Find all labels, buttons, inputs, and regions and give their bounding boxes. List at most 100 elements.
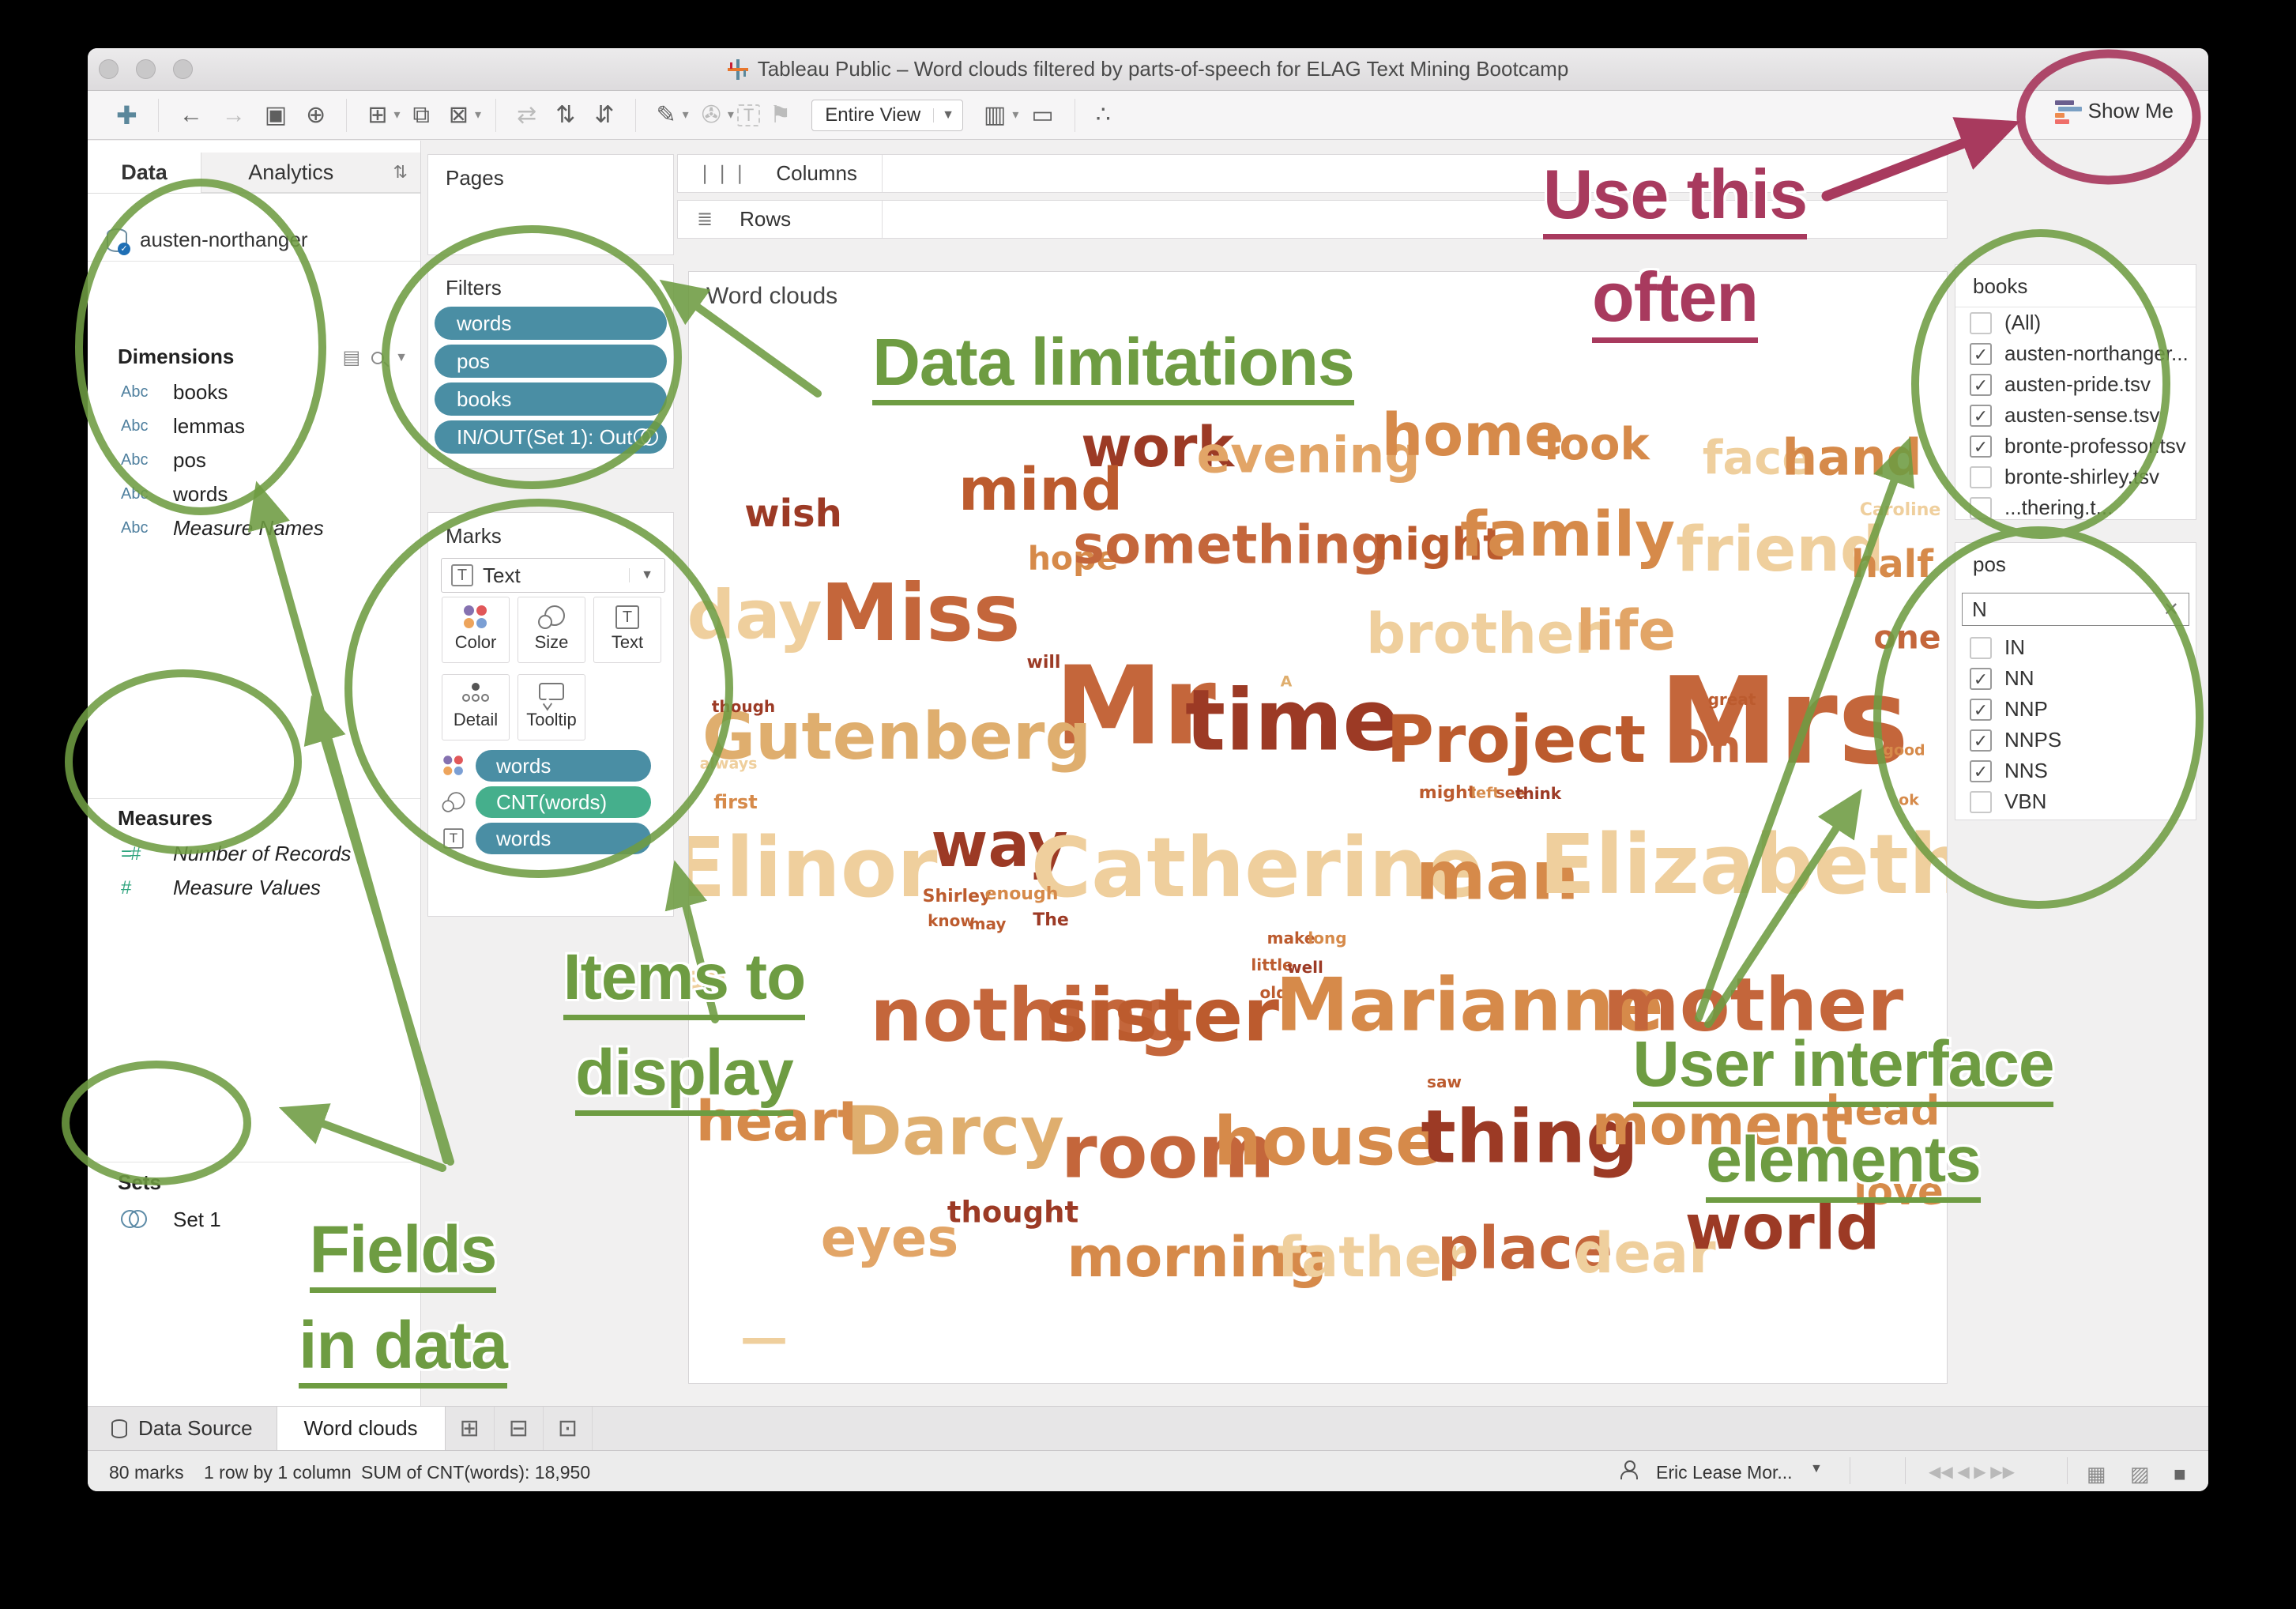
filter-pill[interactable]: pos bbox=[435, 345, 667, 378]
new-dashboard-icon[interactable]: ⊟ bbox=[495, 1407, 544, 1450]
books-filter-item[interactable]: ✓austen-pride.tsv bbox=[1955, 369, 2196, 400]
mark-pill-row[interactable]: CNT(words) bbox=[439, 786, 651, 818]
set-field[interactable]: Set 1 bbox=[88, 1203, 420, 1237]
fit-mode-select[interactable]: Entire View ▼ bbox=[811, 100, 963, 131]
mark-pill[interactable]: words bbox=[476, 823, 651, 854]
checkbox-icon[interactable]: ✓ bbox=[1970, 343, 1992, 365]
mark-pill[interactable]: CNT(words) bbox=[476, 786, 651, 818]
data-source-item[interactable]: austen-northanger bbox=[107, 228, 307, 252]
marks-card[interactable]: Marks T Text ▼ Color Size T Text Detail bbox=[427, 512, 674, 917]
close-window-icon[interactable] bbox=[99, 59, 119, 79]
dimension-field[interactable]: Abcwords bbox=[88, 477, 420, 511]
textbox-icon[interactable]: T bbox=[737, 104, 760, 126]
color-button[interactable]: Color bbox=[442, 597, 510, 663]
user-menu-caret-icon[interactable]: ▼ bbox=[1810, 1462, 1823, 1476]
checkbox-icon[interactable]: ✓ bbox=[1970, 497, 1992, 519]
undo-icon[interactable]: ← bbox=[170, 92, 213, 139]
mark-pill[interactable]: words bbox=[476, 750, 651, 782]
view-cards-icon[interactable]: ▨ bbox=[2130, 1462, 2150, 1487]
view-full-icon[interactable]: ■ bbox=[2174, 1462, 2186, 1487]
pos-search-input[interactable]: N ✕ bbox=[1962, 593, 2189, 626]
tableau-logo-icon[interactable]: ✚ bbox=[107, 92, 147, 139]
highlight-caret-icon[interactable]: ▾ bbox=[679, 92, 692, 139]
data-source-tab[interactable]: Data Source bbox=[88, 1407, 277, 1450]
pages-shelf[interactable]: Pages bbox=[427, 154, 674, 255]
new-worksheet-icon[interactable]: ⊞ bbox=[446, 1407, 495, 1450]
save-icon[interactable]: ▣ bbox=[255, 92, 296, 139]
pos-filter-item[interactable]: ✓VBN bbox=[1955, 786, 2196, 817]
redo-icon[interactable]: → bbox=[213, 92, 255, 139]
pos-filter-item[interactable]: ✓NNS bbox=[1955, 756, 2196, 786]
clear-search-icon[interactable]: ✕ bbox=[2163, 598, 2179, 621]
books-filter-item[interactable]: ✓bronte-shirley.tsv bbox=[1955, 462, 2196, 492]
dimension-field[interactable]: Abcbooks bbox=[88, 375, 420, 409]
checkbox-icon[interactable]: ✓ bbox=[1970, 435, 1992, 458]
swap-axes-icon[interactable]: ⇄ bbox=[507, 92, 546, 139]
worksheet-tab-active[interactable]: Word clouds bbox=[277, 1407, 446, 1450]
checkbox-icon[interactable]: ✓ bbox=[1970, 405, 1992, 427]
dimension-field[interactable]: Abcpos bbox=[88, 443, 420, 477]
pos-filter-item[interactable]: ✓NNP bbox=[1955, 694, 2196, 725]
new-story-icon[interactable]: ⊡ bbox=[544, 1407, 593, 1450]
pos-filter-item[interactable]: ✓NNPS bbox=[1955, 725, 2196, 756]
minimize-window-icon[interactable] bbox=[136, 59, 156, 79]
fields-menu-caret-icon[interactable]: ▼ bbox=[395, 351, 408, 365]
clear-sheet-caret-icon[interactable]: ▾ bbox=[472, 92, 484, 139]
share-icon[interactable]: ∴ bbox=[1086, 92, 1120, 139]
dimension-field[interactable]: Abclemmas bbox=[88, 409, 420, 443]
checkbox-icon[interactable]: ✓ bbox=[1970, 637, 1992, 659]
page-nav-icons[interactable]: ◀◀ ◀ ▶ ▶▶ bbox=[1929, 1462, 2015, 1482]
checkbox-icon[interactable]: ✓ bbox=[1970, 466, 1992, 488]
checkbox-icon[interactable]: ✓ bbox=[1970, 312, 1992, 334]
mark-pill-row[interactable]: words bbox=[439, 750, 651, 782]
chevron-down-icon[interactable]: ▼ bbox=[933, 108, 962, 122]
sort-descending-icon[interactable]: ⇵ bbox=[585, 92, 623, 139]
zoom-window-icon[interactable] bbox=[173, 59, 193, 79]
detail-button[interactable]: Detail bbox=[442, 674, 510, 740]
size-button[interactable]: Size bbox=[518, 597, 585, 663]
dimension-field[interactable]: AbcMeasure Names bbox=[88, 511, 420, 545]
checkbox-icon[interactable]: ✓ bbox=[1970, 791, 1992, 813]
mark-type-select[interactable]: T Text ▼ bbox=[441, 558, 665, 593]
sort-ascending-icon[interactable]: ⇅ bbox=[546, 92, 585, 139]
view-as-list-icon[interactable]: ▤ bbox=[342, 346, 360, 369]
fix-axes-icon[interactable]: ⚑ bbox=[760, 92, 800, 139]
tooltip-button[interactable]: Tooltip bbox=[518, 674, 585, 740]
columns-shelf[interactable]: ❘❘❘ Columns bbox=[677, 154, 1948, 193]
books-filter-item[interactable]: ✓austen-northanger... bbox=[1955, 338, 2196, 369]
books-filter-item[interactable]: ✓austen-sense.tsv bbox=[1955, 400, 2196, 431]
filter-pill[interactable]: words bbox=[435, 307, 667, 340]
search-icon[interactable] bbox=[371, 352, 384, 364]
filters-shelf[interactable]: Filters wordsposbooksIN/OUT(Set 1): Out bbox=[427, 264, 674, 469]
tab-analytics[interactable]: Analytics bbox=[201, 153, 380, 193]
add-data-icon[interactable]: ⊕ bbox=[296, 92, 335, 139]
checkbox-icon[interactable]: ✓ bbox=[1970, 374, 1992, 396]
rows-shelf[interactable]: ≣ Rows bbox=[677, 200, 1948, 239]
pos-filter-item[interactable]: ✓NN bbox=[1955, 663, 2196, 694]
show-me-button[interactable]: Show Me bbox=[2055, 99, 2174, 123]
filter-pill[interactable]: IN/OUT(Set 1): Out bbox=[435, 420, 667, 454]
measure-field[interactable]: =#Number of Records bbox=[88, 837, 420, 871]
duplicate-sheet-icon[interactable]: ⧉ bbox=[403, 92, 438, 139]
presentation-mode-icon[interactable]: ▭ bbox=[1022, 92, 1063, 139]
filter-pill[interactable]: books bbox=[435, 382, 667, 416]
checkbox-icon[interactable]: ✓ bbox=[1970, 699, 1992, 721]
pos-filter-item[interactable]: ✓IN bbox=[1955, 632, 2196, 663]
books-filter-item[interactable]: ✓...thering.t... bbox=[1955, 492, 2196, 523]
books-filter-item[interactable]: ✓bronte-professor.tsv bbox=[1955, 431, 2196, 462]
books-filter-item[interactable]: ✓(All) bbox=[1955, 307, 2196, 338]
checkbox-icon[interactable]: ✓ bbox=[1970, 668, 1992, 690]
new-worksheet-caret-icon[interactable]: ▾ bbox=[390, 92, 403, 139]
pane-sort-icon[interactable]: ⇅ bbox=[380, 153, 420, 193]
checkbox-icon[interactable]: ✓ bbox=[1970, 760, 1992, 782]
mark-pill-row[interactable]: Twords bbox=[439, 823, 651, 854]
worksheet-canvas[interactable]: Word clouds workeveninghomelookfacehandw… bbox=[688, 271, 1948, 1384]
measure-field[interactable]: #Measure Values bbox=[88, 871, 420, 905]
text-button[interactable]: T Text bbox=[593, 597, 661, 663]
showme-card-caret-icon[interactable]: ▾ bbox=[1009, 92, 1022, 139]
annotation-caret-icon[interactable]: ▾ bbox=[725, 92, 737, 139]
chevron-down-icon[interactable]: ▼ bbox=[629, 568, 664, 582]
view-grid-icon[interactable]: ▦ bbox=[2087, 1462, 2106, 1487]
tab-data[interactable]: Data bbox=[88, 153, 201, 193]
signed-in-user[interactable]: Eric Lease Mor... bbox=[1656, 1462, 1793, 1483]
